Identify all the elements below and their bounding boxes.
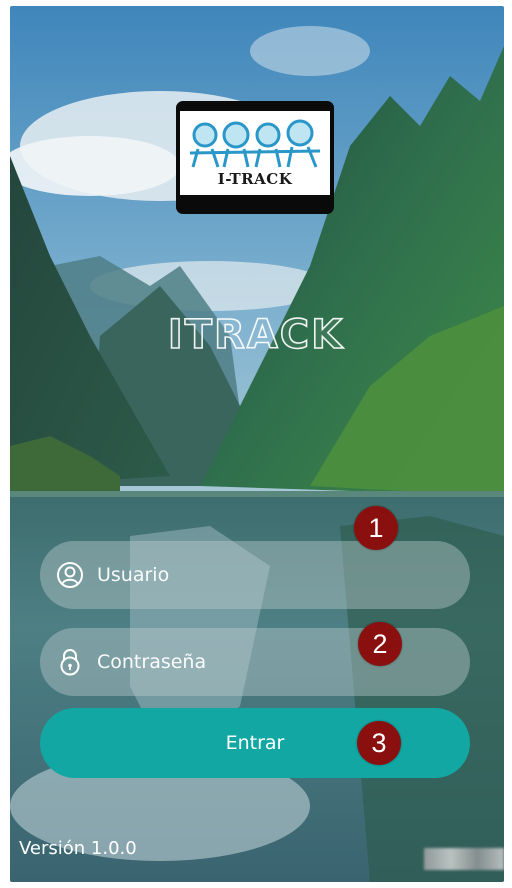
app-logo: I-TRACK xyxy=(176,101,334,214)
username-input[interactable] xyxy=(97,541,447,609)
version-label: Versión 1.0.0 xyxy=(19,838,137,859)
kids-illustration-icon xyxy=(189,119,321,168)
app-title: ITRACK xyxy=(167,311,345,359)
login-button[interactable]: Entrar xyxy=(40,708,470,778)
username-field[interactable] xyxy=(40,541,470,609)
annotation-badge-1: 1 xyxy=(354,506,398,550)
password-field[interactable] xyxy=(40,628,470,696)
annotation-badge-3: 3 xyxy=(357,721,401,765)
blurred-corner-mark xyxy=(424,848,504,870)
user-circle-icon xyxy=(57,562,83,588)
annotation-badge-2: 2 xyxy=(358,622,402,666)
logo-text: I-TRACK xyxy=(217,170,293,188)
logo-card: I-TRACK xyxy=(180,111,330,195)
lock-icon xyxy=(60,649,80,676)
